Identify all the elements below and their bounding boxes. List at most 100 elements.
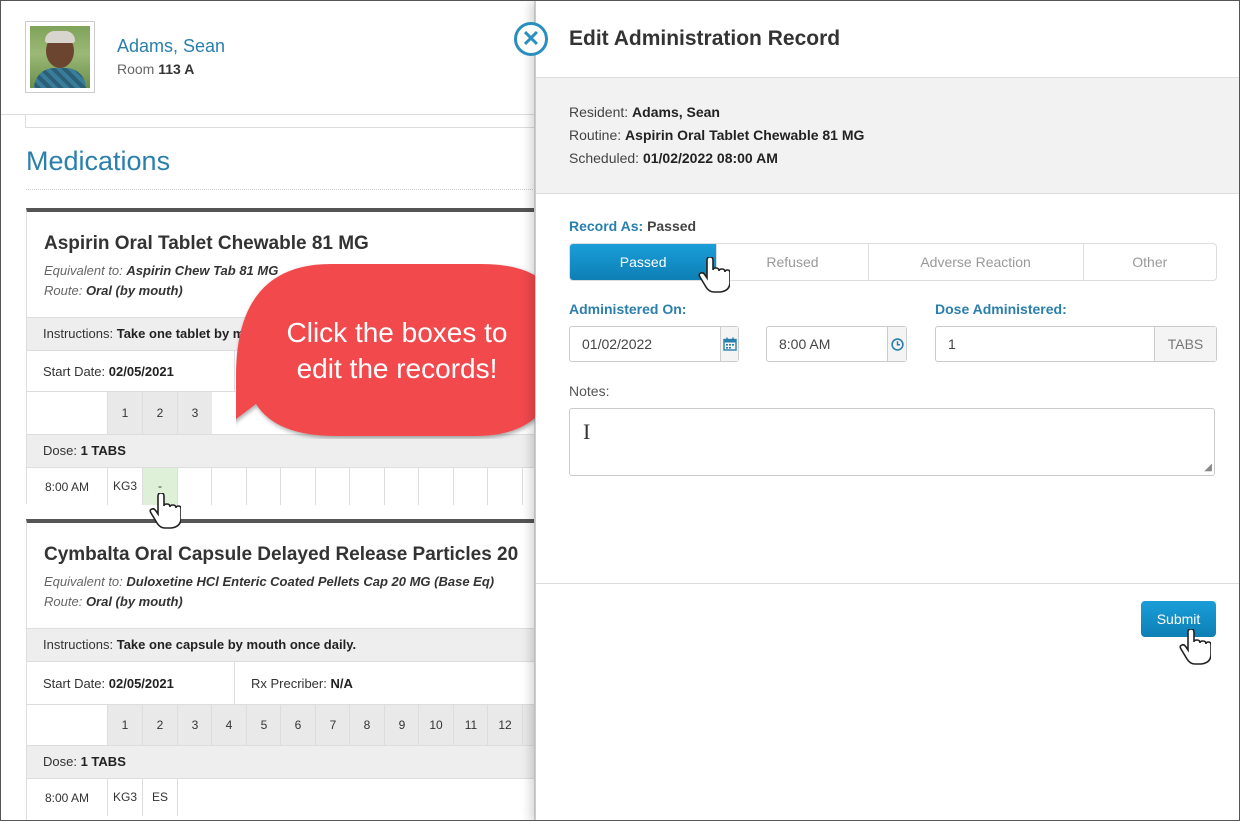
day-header: 3: [177, 392, 212, 434]
notes-label: Notes:: [569, 383, 610, 399]
equivalent-label: Equivalent to:: [44, 574, 123, 589]
administration-cell[interactable]: [418, 468, 453, 505]
medication-name: Cymbalta Oral Capsule Delayed Release Pa…: [44, 544, 519, 565]
instructions: Instructions: Take one capsule by mouth …: [43, 637, 356, 652]
administration-cell[interactable]: [280, 468, 315, 505]
administered-on-label: Administered On:: [569, 301, 687, 317]
clock-icon: [890, 337, 904, 351]
option-other[interactable]: Other: [1082, 244, 1216, 280]
administration-cell[interactable]: [246, 468, 281, 505]
divider: [26, 189, 535, 190]
callout-line: Click the boxes to: [286, 317, 508, 348]
dose-row: Dose: 1 TABS: [27, 745, 535, 778]
routine-value: Aspirin Oral Tablet Chewable 81 MG: [625, 127, 865, 143]
start-date: Start Date: 02/05/2021: [43, 364, 174, 379]
avatar: [25, 21, 95, 93]
administration-cell[interactable]: [211, 468, 246, 505]
scheduled-label: Scheduled:: [569, 150, 640, 166]
notes-textarea[interactable]: I ◢: [569, 408, 1215, 476]
divider: [536, 583, 1239, 584]
day-header: 3: [177, 705, 212, 745]
administration-cell[interactable]: [487, 468, 522, 505]
calendar-icon: [722, 337, 737, 351]
section-title: Medications: [26, 146, 171, 176]
day-header: 11: [453, 705, 488, 745]
administration-cell[interactable]: [453, 468, 488, 505]
time-input[interactable]: [767, 327, 887, 361]
resize-handle-icon[interactable]: ◢: [1204, 462, 1212, 473]
clock-button[interactable]: [887, 327, 906, 361]
instructions-label: Instructions:: [43, 326, 114, 341]
start-value: 02/05/2021: [108, 364, 174, 379]
record-summary: Resident: Adams, Sean Routine: Aspirin O…: [536, 77, 1239, 194]
option-refused[interactable]: Refused: [716, 244, 867, 280]
initials-cell: KG3: [107, 779, 142, 816]
equivalent-value: Duloxetine HCl Enteric Coated Pellets Ca…: [126, 574, 495, 589]
calendar-button[interactable]: [720, 327, 738, 361]
option-passed[interactable]: Passed: [570, 244, 717, 280]
routine-line: Routine: Aspirin Oral Tablet Chewable 81…: [569, 127, 864, 143]
days-header-row: 1 2 3 4 5 6 7 8 9 10 11 12: [27, 704, 535, 745]
date-input[interactable]: [570, 327, 720, 361]
prescriber: Rx Precriber: N/A: [251, 676, 353, 691]
instructions-value: Take one tablet by m: [116, 326, 245, 341]
initials-cell: KG3: [107, 468, 142, 505]
dose: Dose: 1 TABS: [43, 443, 126, 458]
administration-cell[interactable]: [349, 468, 384, 505]
administration-cell[interactable]: [177, 468, 212, 505]
prescriber-value: N/A: [330, 676, 353, 691]
resident-label: Resident:: [569, 104, 629, 120]
resident-name[interactable]: Adams, Sean: [117, 36, 225, 57]
day-header: 4: [211, 705, 246, 745]
schedule-time: 8:00 AM: [45, 480, 90, 494]
resident-value: Adams, Sean: [632, 104, 720, 120]
text-cursor-icon: I: [583, 419, 591, 444]
start-value: 02/05/2021: [108, 676, 174, 691]
start-date-row: Start Date: 02/05/2021 Rx Precriber: N/A: [27, 661, 535, 704]
administration-cell[interactable]: [315, 468, 350, 505]
resident-photo: [30, 26, 90, 88]
day-header: 5: [246, 705, 281, 745]
dose-unit: TABS: [1153, 327, 1216, 361]
record-as-label-text: Record As:: [569, 218, 644, 234]
instructions-row: Instructions: Take one capsule by mouth …: [27, 628, 535, 661]
callout-text: Click the boxes to edit the records!: [246, 315, 548, 387]
time-field: [766, 326, 907, 362]
hand-pointer-icon: [149, 493, 181, 529]
route-label: Route:: [44, 594, 83, 609]
administration-row: 8:00 AM KG3 -: [27, 467, 535, 505]
divider: [25, 115, 535, 128]
dose-label: Dose:: [43, 443, 77, 458]
route-line: Route: Oral (by mouth): [44, 594, 183, 609]
administration-cell[interactable]: ES: [142, 779, 177, 816]
day-header: 8: [349, 705, 384, 745]
start-label: Start Date:: [43, 676, 106, 691]
hand-pointer-icon: [1179, 629, 1211, 665]
dose-value: 1 TABS: [80, 443, 126, 458]
medication-name: Aspirin Oral Tablet Chewable 81 MG: [44, 233, 369, 254]
day-header: 1: [107, 705, 142, 745]
day-header: 10: [418, 705, 453, 745]
dose-administered-label: Dose Administered:: [935, 301, 1067, 317]
callout-line: edit the records!: [296, 353, 498, 384]
close-button[interactable]: ✕: [514, 22, 548, 56]
route-label: Route:: [44, 283, 83, 298]
routine-label: Routine:: [569, 127, 622, 143]
resident-line: Resident: Adams, Sean: [569, 104, 720, 120]
day-header: 9: [384, 705, 419, 745]
administration-cell[interactable]: [177, 779, 212, 816]
route-value: Oral (by mouth): [85, 594, 183, 609]
hand-pointer-icon: [698, 257, 730, 293]
room-number: 113 A: [158, 61, 195, 77]
day-header: 6: [280, 705, 315, 745]
day-header: 1: [107, 392, 142, 434]
option-adverse-reaction[interactable]: Adverse Reaction: [867, 244, 1083, 280]
dose-label: Dose:: [43, 754, 77, 769]
scheduled-value: 01/02/2022 08:00 AM: [642, 150, 778, 166]
dose-input[interactable]: [936, 327, 1154, 361]
close-icon: ✕: [521, 26, 541, 51]
administration-cell[interactable]: [384, 468, 419, 505]
day-header: 2: [142, 392, 177, 434]
cell-divider: [234, 662, 236, 704]
day-header: 7: [315, 705, 350, 745]
